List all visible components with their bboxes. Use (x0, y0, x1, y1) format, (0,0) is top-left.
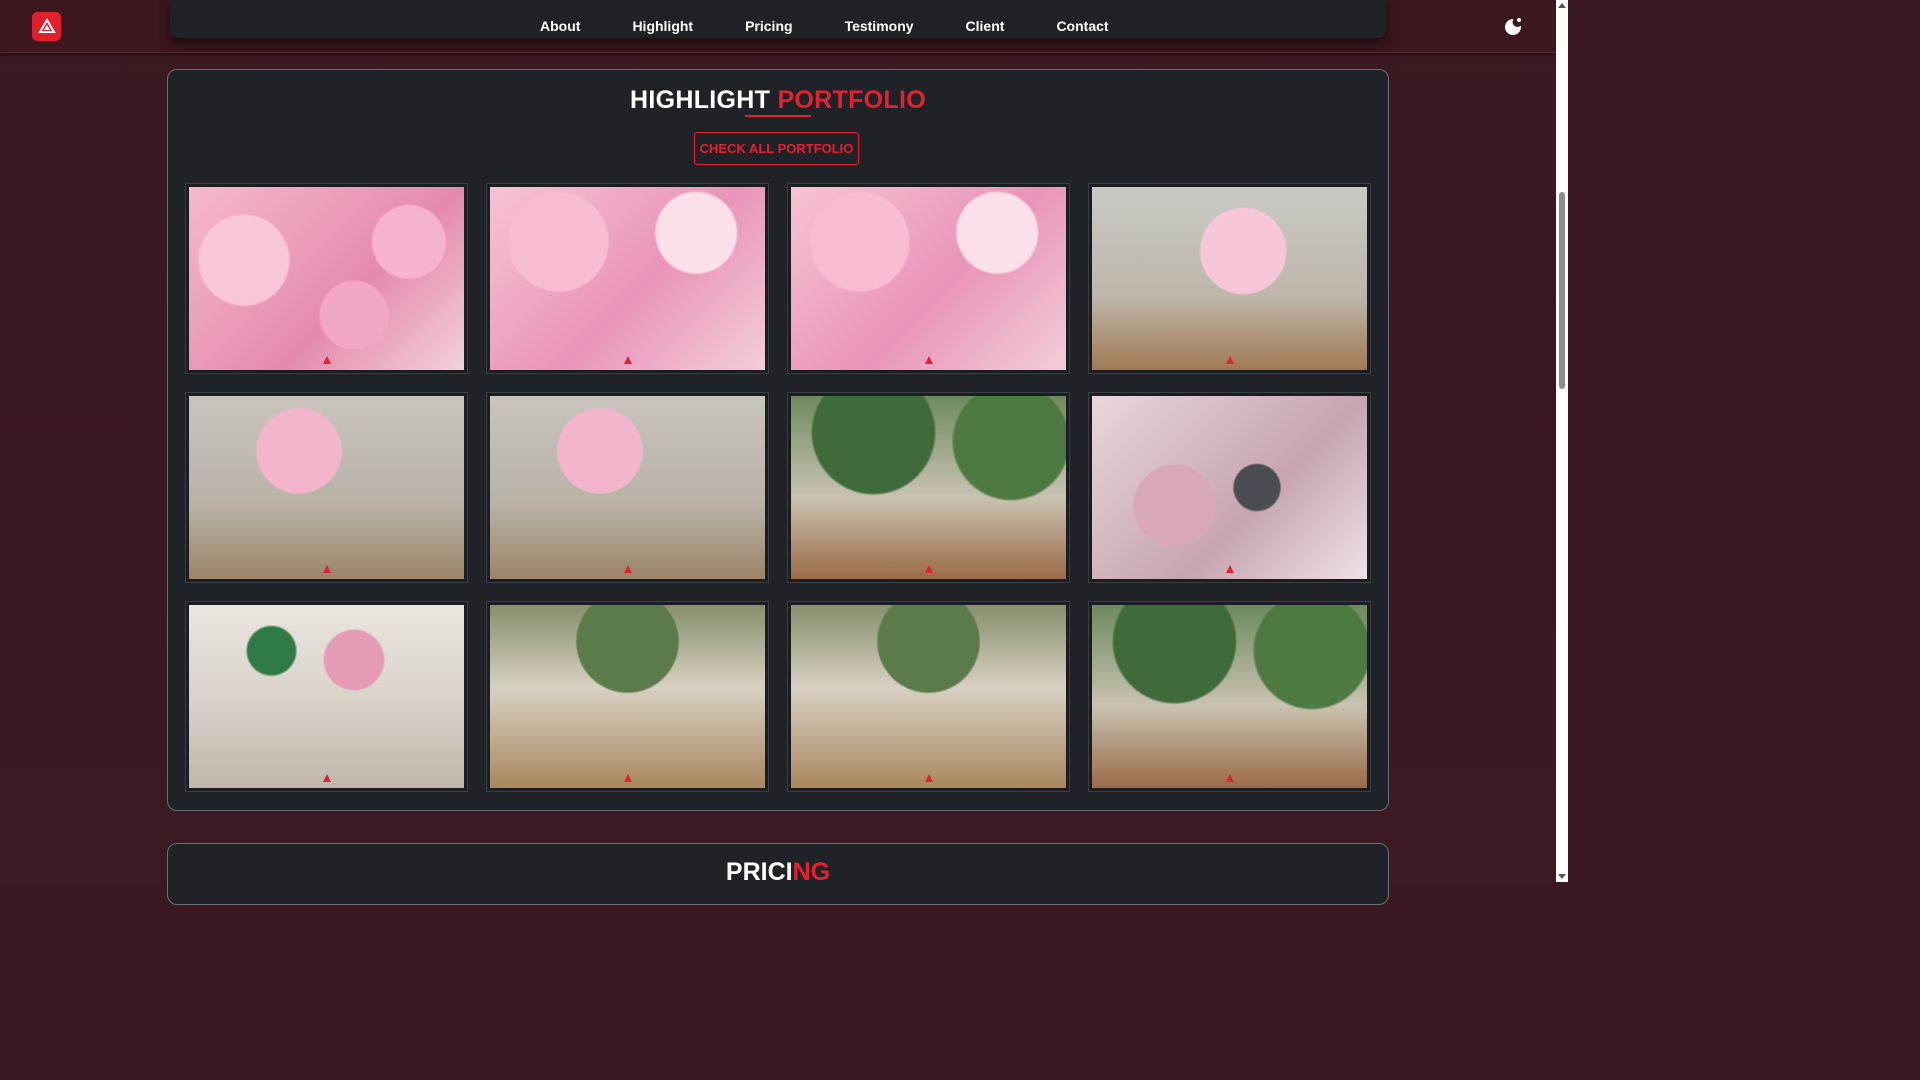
nav-link-highlight[interactable]: Highlight (632, 18, 693, 34)
portfolio-item[interactable] (486, 601, 769, 792)
portfolio-item[interactable] (1088, 183, 1371, 374)
watermark-logo-icon (623, 565, 632, 573)
scrollbar-thumb[interactable] (1559, 192, 1565, 389)
photo-birthday-cake (189, 187, 464, 370)
photo-guests-stage (490, 396, 765, 579)
watermark-logo-icon (623, 356, 632, 364)
photo-garden-venue (791, 396, 1066, 579)
pricing-title-part2: NG (792, 858, 831, 886)
nav-link-client[interactable]: Client (966, 18, 1005, 34)
portfolio-item[interactable] (185, 392, 468, 583)
photo-table-setting (189, 605, 464, 788)
watermark-logo-icon (1225, 356, 1234, 364)
portfolio-item[interactable] (185, 183, 468, 374)
watermark-logo-icon (924, 774, 933, 782)
portfolio-item[interactable] (1088, 601, 1371, 792)
watermark-logo-icon (924, 356, 933, 364)
portfolio-title-part1: HIGHLIGHT (630, 86, 771, 114)
page: About Highlight Pricing Testimony Client… (0, 0, 1568, 905)
portfolio-title-part2: PORTFOLIO (777, 86, 926, 114)
nav-link-testimony[interactable]: Testimony (845, 18, 914, 34)
photo-hanging-polaroids (1092, 396, 1367, 579)
photo-garden-hall (791, 605, 1066, 788)
scroll-down-arrow-icon[interactable] (1558, 874, 1566, 879)
watermark-logo-icon (1225, 774, 1234, 782)
nav-link-about[interactable]: About (540, 18, 580, 34)
dark-mode-toggle-icon[interactable] (1503, 16, 1523, 36)
watermark-logo-icon (322, 774, 331, 782)
portfolio-item[interactable] (787, 183, 1070, 374)
pricing-title: PRICING (0, 858, 1556, 887)
top-navbar: About Highlight Pricing Testimony Client… (0, 0, 1556, 53)
portfolio-item[interactable] (1088, 392, 1371, 583)
nav-links: About Highlight Pricing Testimony Client… (540, 0, 1161, 52)
nav-link-pricing[interactable]: Pricing (745, 18, 792, 34)
photo-cake-topper (791, 187, 1066, 370)
portfolio-item[interactable] (787, 392, 1070, 583)
watermark-logo-icon (1225, 565, 1234, 573)
photo-guests-dining (490, 605, 765, 788)
pricing-title-part1: PRICI (725, 858, 793, 886)
photo-cake-closeup (490, 187, 765, 370)
watermark-logo-icon (322, 356, 331, 364)
portfolio-item[interactable] (486, 392, 769, 583)
photo-family-stage (189, 396, 464, 579)
scroll-up-arrow-icon[interactable] (1558, 3, 1566, 8)
watermark-logo-icon (623, 774, 632, 782)
check-all-portfolio-button[interactable]: CHECK ALL PORTFOLIO (694, 132, 859, 165)
title-underline (745, 115, 811, 117)
watermark-logo-icon (924, 565, 933, 573)
nav-link-contact[interactable]: Contact (1056, 18, 1108, 34)
photo-stage-decor (1092, 187, 1367, 370)
page-scrollbar[interactable] (1556, 0, 1568, 882)
watermark-logo-icon (322, 565, 331, 573)
brand-logo-icon[interactable] (32, 12, 61, 41)
photo-full-hall (1092, 605, 1367, 788)
portfolio-item[interactable] (185, 601, 468, 792)
portfolio-item[interactable] (787, 601, 1070, 792)
portfolio-title: HIGHLIGHT PORTFOLIO (0, 86, 1556, 115)
portfolio-item[interactable] (486, 183, 769, 374)
portfolio-grid (185, 183, 1371, 792)
